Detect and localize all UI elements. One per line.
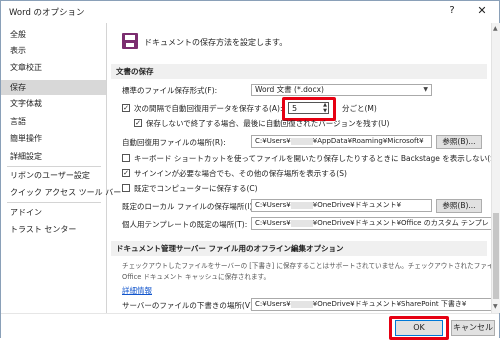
path-part: C:¥Users¥	[255, 137, 291, 145]
scroll-down-icon[interactable]: ▼	[493, 303, 498, 310]
sidebar-divider	[7, 202, 101, 203]
spin-down-icon[interactable]: ▼	[323, 109, 327, 114]
dialog-footer: OK キャンセル	[1, 313, 499, 340]
drafts-location-label: サーバーのファイルの下書きの場所(V):	[122, 301, 256, 310]
default-format-label: 標準のファイル保存形式(F):	[122, 86, 218, 95]
scroll-up-icon[interactable]: ▲	[493, 25, 498, 32]
path-part: C:¥Users¥	[255, 201, 291, 209]
masked-username	[290, 201, 313, 209]
path-part: ¥AppData¥Roaming¥Microsoft¥	[312, 137, 424, 145]
ok-button[interactable]: OK	[395, 320, 443, 336]
title-bar: Word のオプション ? ✕	[1, 1, 499, 23]
path-part: ¥OneDrive¥ドキュメント¥Office のカスタム テンプレ	[312, 219, 489, 227]
scrollbar-thumb[interactable]	[493, 213, 499, 299]
default-format-dropdown[interactable]: Word 文書 (*.docx) ▼	[251, 84, 432, 96]
masked-username	[290, 137, 313, 145]
keep-last-version-label: 保存しないで終了する場合、最後に自動回復されたバージョンを残す(U)	[146, 119, 390, 128]
path-part: ¥OneDrive¥ドキュメント¥	[312, 201, 402, 209]
sidebar-item-trust-center[interactable]: トラスト センター	[1, 222, 106, 237]
template-location-input[interactable]: C:¥Users¥ ¥OneDrive¥ドキュメント¥Office のカスタム テ…	[251, 217, 493, 230]
offline-description-line1: チェックアウトしたファイルをサーバーの [下書き] に保存することはサポートされ…	[122, 262, 500, 270]
default-format-value: Word 文書 (*.docx)	[255, 85, 324, 94]
template-location-label: 個人用テンプレートの既定の場所(T):	[122, 220, 248, 229]
local-location-input[interactable]: C:¥Users¥ ¥OneDrive¥ドキュメント¥	[251, 199, 432, 212]
offline-description-line2: Office ドキュメント キャッシュに保存されます。	[122, 273, 271, 281]
save-to-computer-checkbox[interactable]	[122, 184, 130, 192]
window-title: Word のオプション	[9, 8, 85, 18]
autorecover-interval-spinner[interactable]: 5 ▲ ▼	[288, 102, 329, 114]
masked-username	[290, 219, 313, 227]
save-options-panel: ドキュメントの保存方法を設定します。 文書の保存 標準のファイル保存形式(F):…	[108, 23, 500, 313]
cancel-button[interactable]: キャンセル	[451, 320, 495, 336]
chevron-down-icon: ▼	[423, 86, 428, 93]
sidebar-item-typography[interactable]: 文字体裁	[1, 96, 106, 111]
save-to-computer-label: 既定でコンピューターに保存する(C)	[134, 184, 258, 193]
sidebar-item-general[interactable]: 全般	[1, 27, 106, 42]
show-other-locations-label: サインインが必要な場合でも、その他の保存場所を表示する(S)	[134, 169, 347, 178]
sidebar-item-accessibility[interactable]: 簡単操作	[1, 131, 106, 146]
sidebar-item-save[interactable]: 保存	[1, 80, 106, 95]
save-icon	[122, 33, 138, 49]
options-sidebar: 全般 表示 文章校正 保存 文字体裁 言語 簡単操作 詳細設定 リボンのユーザー…	[1, 23, 121, 313]
autorecover-location-input[interactable]: C:¥Users¥ ¥AppData¥Roaming¥Microsoft¥	[251, 135, 432, 148]
interval-unit-label: 分ごと(M)	[342, 104, 377, 113]
path-part: C:¥Users¥	[255, 300, 291, 308]
show-other-locations-checkbox[interactable]: ✓	[122, 169, 130, 177]
vertical-scrollbar[interactable]: ▲ ▼	[491, 23, 500, 313]
sidebar-divider	[7, 166, 101, 167]
autorecover-checkbox[interactable]: ✓	[122, 104, 130, 112]
local-location-label: 既定のローカル ファイルの保存場所(I):	[122, 202, 255, 211]
sidebar-item-advanced[interactable]: 詳細設定	[1, 149, 106, 164]
masked-username	[290, 300, 313, 308]
hide-backstage-checkbox[interactable]	[122, 154, 130, 162]
sidebar-item-language[interactable]: 言語	[1, 114, 106, 129]
autorecover-location-label: 自動回復用ファイルの場所(R):	[122, 138, 226, 147]
word-options-dialog: Word のオプション ? ✕ 全般 表示 文章校正 保存 文字体裁 言語 簡単…	[0, 0, 500, 340]
sidebar-item-quick-access-toolbar[interactable]: クイック アクセス ツール バー	[1, 185, 121, 200]
autorecover-label: 次の間隔で自動回復用データを保存する(A):	[134, 104, 283, 113]
interval-value: 5	[292, 104, 298, 113]
offline-section-title: ドキュメント管理サーバー ファイル用のオフライン編集オプション	[111, 241, 487, 256]
keep-last-version-checkbox[interactable]: ✓	[134, 119, 142, 127]
sidebar-item-customize-ribbon[interactable]: リボンのユーザー設定	[1, 168, 106, 183]
path-part: ¥OneDrive¥ドキュメント¥SharePoint 下書き¥	[312, 300, 467, 308]
hide-backstage-label: キーボード ショートカットを使ってファイルを開いたり保存したりするときに Bac…	[134, 154, 498, 163]
page-header: ドキュメントの保存方法を設定します。	[144, 38, 288, 47]
browse-button[interactable]: 参照(B)...	[436, 135, 482, 149]
sidebar-item-addins[interactable]: アドイン	[1, 205, 106, 220]
drafts-location-input[interactable]: C:¥Users¥ ¥OneDrive¥ドキュメント¥SharePoint 下書き…	[251, 298, 493, 311]
local-browse-button[interactable]: 参照(B)...	[436, 199, 482, 213]
sidebar-item-proofing[interactable]: 文章校正	[1, 60, 106, 75]
help-icon[interactable]: ?	[445, 5, 459, 16]
learn-more-link[interactable]: 詳細情報	[122, 285, 152, 296]
path-part: C:¥Users¥	[255, 219, 291, 227]
save-section-title: 文書の保存	[111, 64, 487, 79]
sidebar-item-display[interactable]: 表示	[1, 43, 106, 58]
close-icon[interactable]: ✕	[475, 4, 489, 17]
